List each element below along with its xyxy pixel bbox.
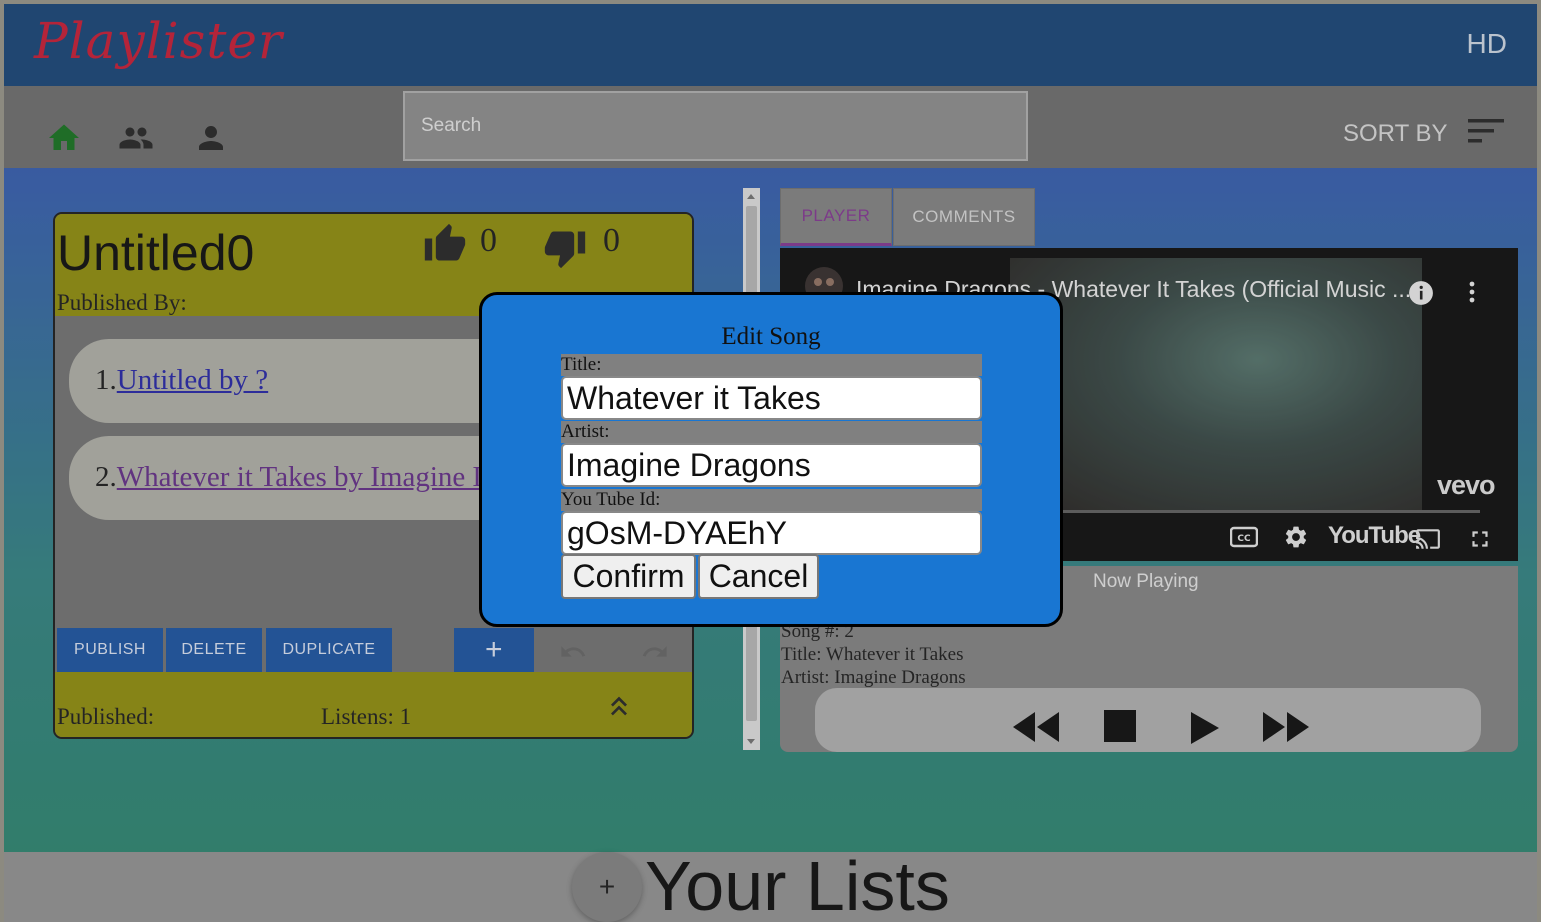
- artist-field-label: Artist:: [561, 421, 982, 443]
- edit-song-modal: Edit Song Title: Artist: You Tube Id: Co…: [479, 292, 1063, 627]
- youtube-id-field-label: You Tube Id:: [561, 489, 982, 511]
- artist-field[interactable]: [561, 443, 982, 487]
- cancel-button[interactable]: Cancel: [698, 554, 819, 599]
- app-root: Playlister HD SORT BY Untitled0 Publishe…: [4, 4, 1537, 922]
- modal-title: Edit Song: [721, 323, 821, 350]
- confirm-button[interactable]: Confirm: [561, 554, 696, 599]
- youtube-id-field[interactable]: [561, 511, 982, 555]
- title-field[interactable]: [561, 376, 982, 420]
- title-field-label: Title:: [561, 354, 982, 376]
